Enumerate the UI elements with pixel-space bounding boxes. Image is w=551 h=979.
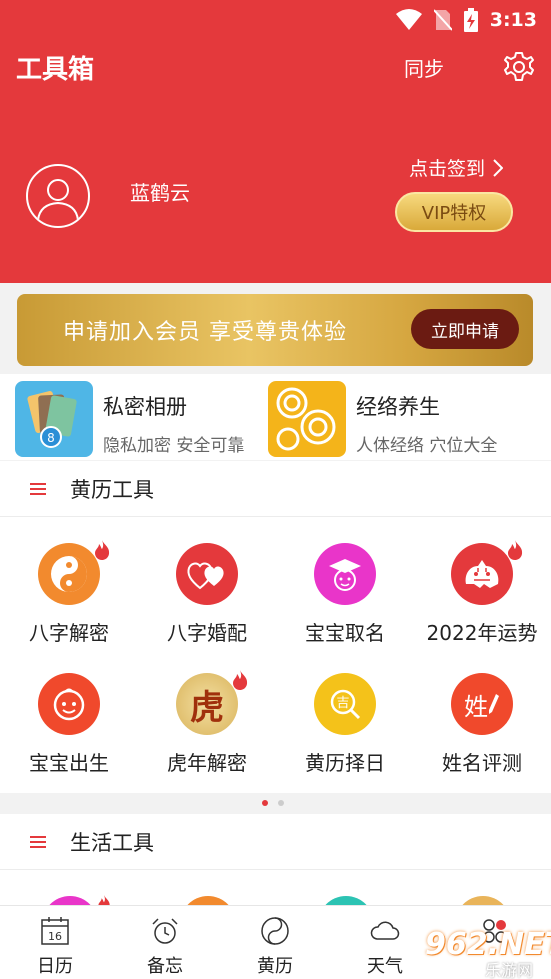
wifi-icon bbox=[395, 9, 422, 30]
apply-now-button[interactable]: 立即申请 bbox=[411, 309, 519, 349]
status-time: 3:13 bbox=[489, 9, 537, 31]
menu-lines-icon bbox=[30, 835, 46, 848]
tool-label: 姓名评测 bbox=[442, 751, 522, 775]
yin-yang-icon bbox=[38, 543, 100, 605]
yin-yang-outline-icon bbox=[261, 917, 289, 945]
watermark-sub: 乐游网 bbox=[485, 961, 534, 979]
page-dot bbox=[278, 800, 284, 806]
calendar-day: 16 bbox=[48, 930, 62, 943]
feature-row: 8 私密相册 隐私加密 安全可靠 经络养生 人体经络 穴位大全 bbox=[0, 374, 551, 460]
user-silhouette-icon bbox=[37, 179, 79, 221]
photo-album-icon: 8 bbox=[15, 381, 93, 457]
section-title: 生活工具 bbox=[70, 830, 154, 855]
hearts-icon bbox=[176, 543, 238, 605]
site-watermark: 962.NET 乐游网 bbox=[413, 927, 551, 979]
tool-lucky-day[interactable]: 吉 黄历择日 bbox=[276, 647, 414, 775]
hot-flame-icon bbox=[233, 670, 248, 690]
tool-2022-fortune[interactable]: 2022年运势 bbox=[413, 517, 551, 645]
lucky-character: 吉 bbox=[336, 696, 349, 711]
hot-flame-icon bbox=[95, 540, 110, 560]
tab-label: 日历 bbox=[37, 956, 73, 977]
tool-tiger-year[interactable]: 虎 虎年解密 bbox=[138, 647, 276, 775]
no-sim-icon bbox=[433, 9, 452, 31]
search-lucky-icon: 吉 bbox=[314, 673, 376, 735]
tiger-papercut-icon bbox=[451, 543, 513, 605]
baby-face-icon bbox=[38, 673, 100, 735]
feature-subtitle: 人体经络 穴位大全 bbox=[356, 436, 498, 456]
feature-meridian-health[interactable]: 经络养生 人体经络 穴位大全 bbox=[268, 381, 497, 457]
tiger-character-icon: 虎 bbox=[176, 673, 238, 735]
almanac-tool-grid: 八字解密 八字婚配 宝宝取名 2022年运势 宝宝出生 虎 虎年解密 吉 黄历择… bbox=[0, 517, 551, 793]
life-tool-grid bbox=[0, 870, 551, 910]
tab-almanac[interactable]: 黄历 bbox=[220, 906, 330, 979]
tool-label: 虎年解密 bbox=[167, 751, 247, 775]
battery-charging-icon bbox=[463, 8, 478, 32]
status-bar: 3:13 bbox=[395, 8, 537, 32]
svg-text:8: 8 bbox=[47, 431, 55, 445]
life-tools-header: 生活工具 bbox=[0, 814, 551, 870]
tool-name-test[interactable]: 姓 姓名评测 bbox=[413, 647, 551, 775]
banner-text: 申请加入会员 享受尊贵体验 bbox=[63, 320, 347, 345]
name-pen-icon: 姓 bbox=[451, 673, 513, 735]
menu-lines-icon bbox=[30, 482, 46, 495]
graduation-baby-icon bbox=[314, 543, 376, 605]
tool-baby-naming[interactable]: 宝宝取名 bbox=[276, 517, 414, 645]
page-indicator bbox=[262, 800, 284, 806]
tool-label: 宝宝出生 bbox=[29, 751, 109, 775]
alarm-clock-icon bbox=[152, 918, 178, 944]
profile-header: 3:13 工具箱 同步 蓝鹤云 点击签到 VIP特权 bbox=[0, 0, 551, 283]
tab-label: 黄历 bbox=[257, 956, 293, 977]
vip-button[interactable]: VIP特权 bbox=[395, 192, 513, 232]
avatar[interactable] bbox=[26, 164, 90, 228]
calendar-icon: 16 bbox=[41, 917, 69, 945]
tool-label: 宝宝取名 bbox=[305, 621, 385, 645]
title-row: 工具箱 同步 bbox=[16, 50, 536, 85]
feature-private-album[interactable]: 8 私密相册 隐私加密 安全可靠 bbox=[15, 381, 244, 457]
tab-memo[interactable]: 备忘 bbox=[110, 906, 220, 979]
username[interactable]: 蓝鹤云 bbox=[130, 177, 190, 206]
tab-calendar[interactable]: 16 日历 bbox=[0, 906, 110, 979]
membership-banner[interactable]: 申请加入会员 享受尊贵体验 立即申请 bbox=[17, 294, 533, 366]
auspicious-cloud-icon bbox=[268, 381, 346, 457]
feature-subtitle: 隐私加密 安全可靠 bbox=[103, 436, 245, 456]
name-character: 姓 bbox=[464, 692, 488, 721]
tiger-character: 虎 bbox=[190, 687, 224, 728]
tool-label: 2022年运势 bbox=[426, 621, 538, 645]
almanac-tools-header: 黄历工具 bbox=[0, 461, 551, 517]
pen-icon bbox=[489, 694, 499, 714]
gear-icon[interactable] bbox=[502, 50, 536, 84]
page-title: 工具箱 bbox=[16, 54, 95, 85]
tool-label: 八字婚配 bbox=[167, 621, 247, 645]
section-title: 黄历工具 bbox=[70, 477, 154, 502]
sync-button[interactable]: 同步 bbox=[404, 53, 444, 82]
checkin-label: 点击签到 bbox=[408, 158, 485, 180]
tool-label: 黄历择日 bbox=[305, 751, 385, 775]
tool-label: 八字解密 bbox=[29, 621, 109, 645]
tool-bazi-marriage[interactable]: 八字婚配 bbox=[138, 517, 276, 645]
hot-flame-icon bbox=[508, 540, 523, 560]
feature-title: 经络养生 bbox=[356, 395, 440, 419]
feature-title: 私密相册 bbox=[103, 395, 187, 419]
checkin-button[interactable]: 点击签到 bbox=[409, 154, 503, 181]
tab-label: 备忘 bbox=[147, 956, 183, 977]
page-dot-active bbox=[262, 800, 268, 806]
tool-baby-birth[interactable]: 宝宝出生 bbox=[0, 647, 138, 775]
chevron-right-icon bbox=[493, 158, 503, 177]
cloud-icon bbox=[370, 921, 400, 940]
tool-bazi-decode[interactable]: 八字解密 bbox=[0, 517, 138, 645]
